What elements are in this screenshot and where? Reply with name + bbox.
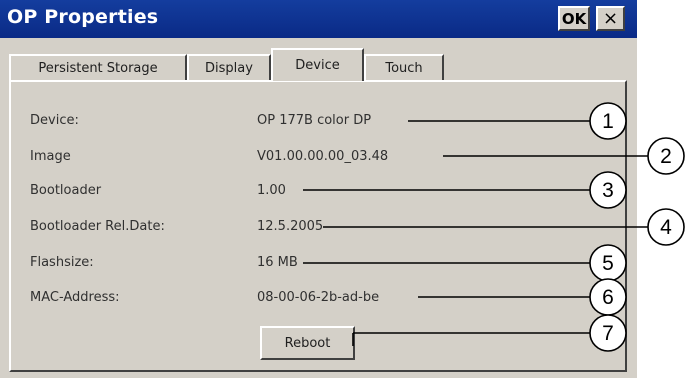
callout-5-number: 5 [602, 252, 614, 275]
callout-4-number: 4 [660, 216, 672, 239]
callout-3-number: 3 [602, 179, 614, 202]
callout-6-number: 6 [602, 286, 614, 309]
callout-2-number: 2 [660, 145, 672, 168]
tab-device[interactable]: Device [271, 48, 364, 81]
callout-1-number: 1 [602, 110, 614, 133]
callout-7-number: 7 [602, 322, 614, 345]
